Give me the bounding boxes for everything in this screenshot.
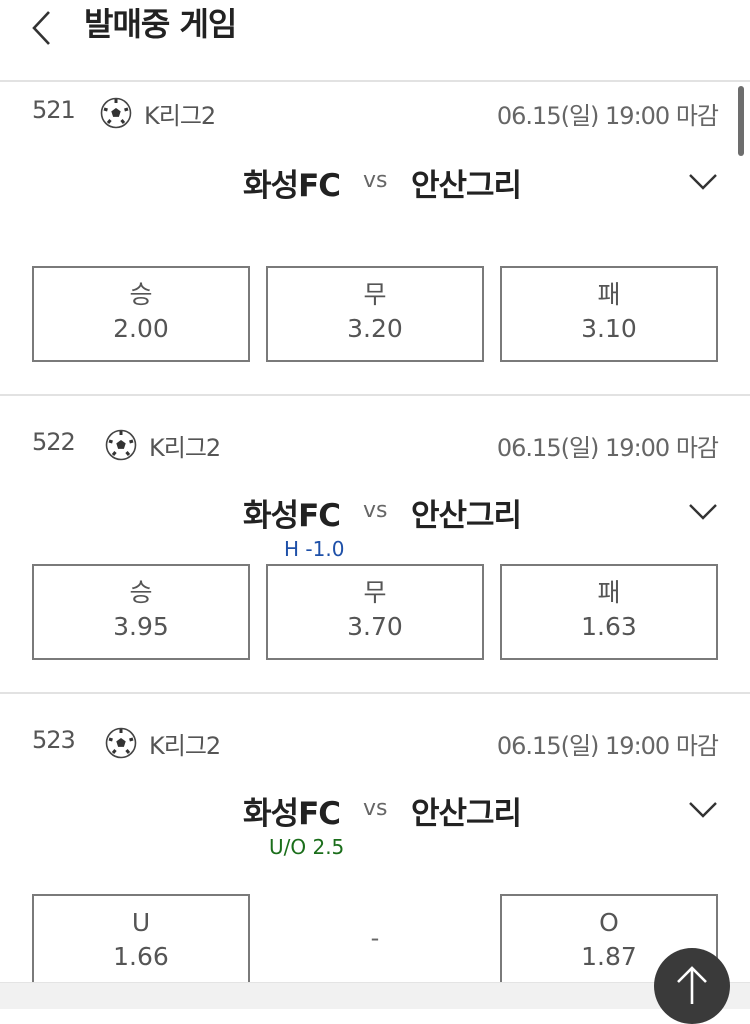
odds-value: 3.95	[113, 612, 169, 641]
header: 발매중 게임	[0, 0, 750, 82]
game-number: 523	[32, 726, 76, 754]
handicap-label: H -1.0	[284, 537, 345, 561]
away-team: 안산그리	[411, 168, 522, 204]
odds-button-draw[interactable]: 무 3.70	[266, 564, 484, 660]
odds-button-win[interactable]: 승 3.95	[32, 564, 250, 660]
odds-label: 무	[363, 578, 387, 607]
game-number: 521	[32, 96, 76, 124]
league-label: K리그2	[149, 434, 221, 462]
soccer-ball-icon	[105, 429, 137, 461]
scroll-to-top-button[interactable]	[654, 948, 730, 1024]
odds-label: 패	[597, 578, 621, 607]
bottom-bar	[0, 982, 750, 1009]
soccer-ball-icon	[100, 97, 132, 129]
odds-button-win[interactable]: 승 2.00	[32, 266, 250, 362]
odds-button-lose[interactable]: 패 1.63	[500, 564, 718, 660]
chevron-down-icon[interactable]	[688, 173, 718, 191]
arrow-up-icon	[677, 966, 707, 1004]
game-number: 522	[32, 428, 76, 456]
away-team: 안산그리	[411, 498, 522, 534]
odds-value: 1.66	[113, 942, 169, 971]
vs-label: vs	[363, 796, 388, 821]
odds-label: O	[599, 908, 619, 937]
odds-value: 3.10	[581, 314, 637, 343]
odds-label: 승	[129, 280, 153, 309]
home-team: 화성FC	[243, 498, 341, 534]
soccer-ball-icon	[105, 727, 137, 759]
home-team: 화성FC	[243, 796, 341, 832]
deadline-time: 06.15(일) 19:00 마감	[496, 732, 719, 760]
odds-value: 3.70	[347, 612, 403, 641]
game-card: 521 K리그2 06.15(일) 19:00 마감 화성FC vs 안산그리 …	[0, 82, 750, 396]
odds-label: 승	[129, 578, 153, 607]
league-label: K리그2	[149, 732, 221, 760]
back-arrow-icon[interactable]	[22, 4, 66, 48]
deadline-time: 06.15(일) 19:00 마감	[496, 434, 719, 462]
odds-label: 무	[363, 280, 387, 309]
chevron-down-icon[interactable]	[688, 503, 718, 521]
odds-label: U	[131, 908, 151, 937]
away-team: 안산그리	[411, 796, 522, 832]
odds-unavailable-dash: -	[370, 924, 380, 952]
odds-button-under[interactable]: U 1.66	[32, 894, 250, 990]
home-team: 화성FC	[243, 168, 341, 204]
odds-label: 패	[597, 280, 621, 309]
page-title: 발매중 게임	[84, 5, 237, 43]
odds-button-draw[interactable]: 무 3.20	[266, 266, 484, 362]
vs-label: vs	[363, 168, 388, 193]
deadline-time: 06.15(일) 19:00 마감	[496, 102, 719, 130]
game-card: 523 K리그2 06.15(일) 19:00 마감 화성FC vs 안산그리 …	[0, 694, 750, 1008]
under-over-label: U/O 2.5	[269, 835, 345, 859]
odds-value: 3.20	[347, 314, 403, 343]
vs-label: vs	[363, 498, 388, 523]
odds-value: 1.63	[581, 612, 637, 641]
odds-button-lose[interactable]: 패 3.10	[500, 266, 718, 362]
odds-value: 2.00	[113, 314, 169, 343]
game-card: 522 K리그2 06.15(일) 19:00 마감 화성FC vs 안산그리 …	[0, 396, 750, 694]
chevron-down-icon[interactable]	[688, 801, 718, 819]
league-label: K리그2	[144, 102, 216, 130]
